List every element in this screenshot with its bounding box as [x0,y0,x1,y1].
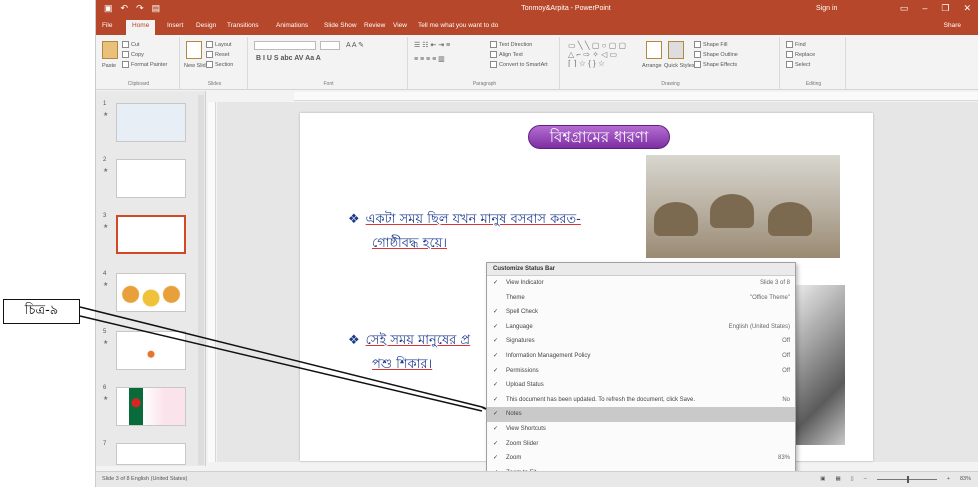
callout-pointer [79,306,487,412]
figure-callout-label: চিত্র-৯ [3,299,80,324]
pointer-line-top [79,306,483,408]
pointer-tip [481,406,487,410]
pointer-line-bottom [79,315,483,412]
figure: ▣ ↶ ↷ ▤ Tonmoy&Arpita - PowerPoint Sign … [0,0,978,487]
